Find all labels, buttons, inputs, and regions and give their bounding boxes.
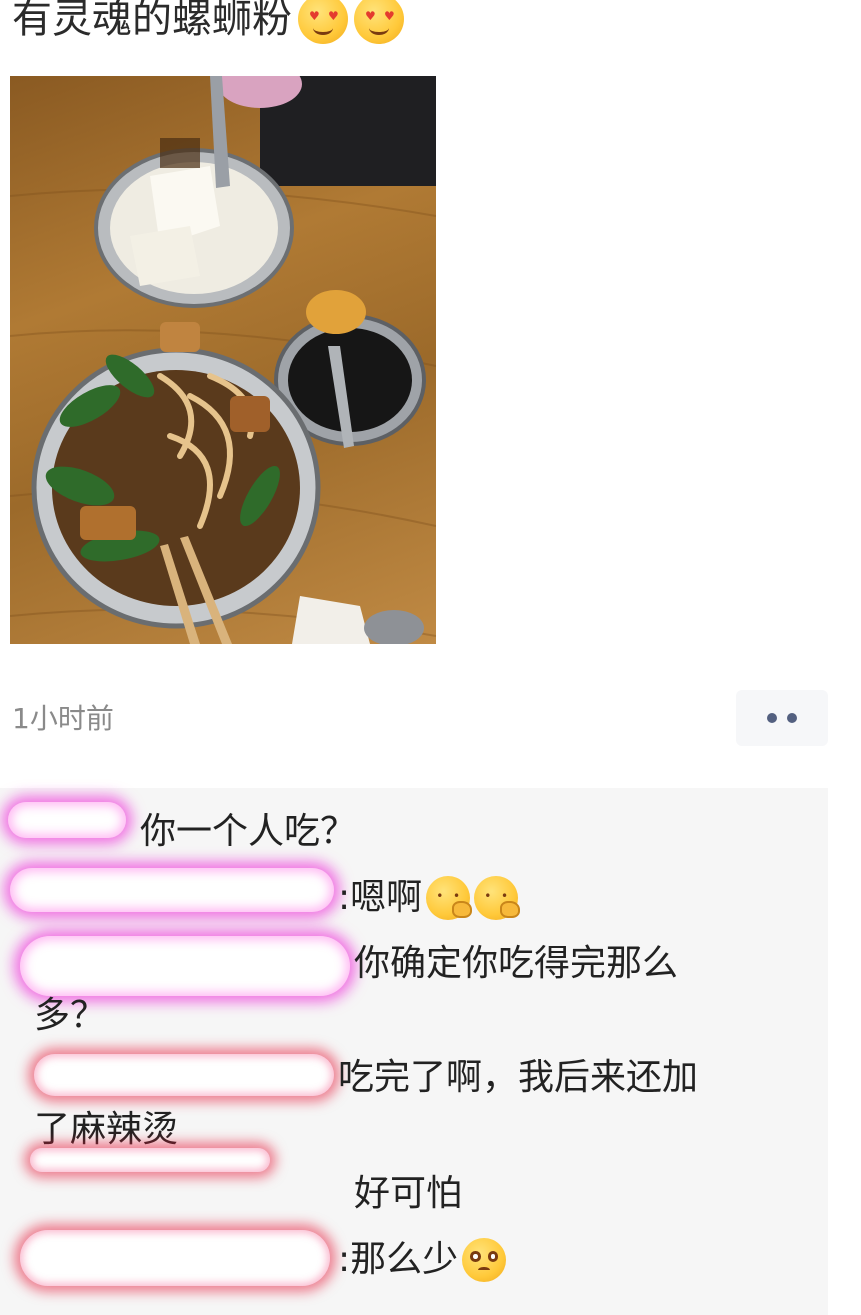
comment-text-continuation: 多？ (34, 995, 107, 1036)
moments-post: 有灵魂的螺蛳粉 ♥ ♥ ♥ ♥ 1小时前 你一个人吃？:嗯啊 • • • • … (0, 0, 861, 1315)
redacted-name (30, 1148, 270, 1172)
post-timestamp: 1小时前 (12, 702, 114, 735)
comment-text: 好可怕 (354, 1173, 463, 1214)
comment-item[interactable]: :那么少 (338, 1230, 507, 1290)
thinking-hand-emoji-icon: • • (426, 876, 472, 920)
food-photo-illustration (10, 76, 436, 644)
post-text: 有灵魂的螺蛳粉 (12, 0, 292, 42)
comment-item[interactable]: 你确定你吃得完那么 (354, 934, 678, 994)
heart-eyes-emoji-icon: ♥ ♥ (298, 0, 348, 44)
pleading-emoji-icon (462, 1238, 507, 1282)
thinking-hand-emoji-icon: • • (474, 876, 520, 920)
more-actions-button[interactable] (736, 690, 828, 746)
comment-item[interactable]: 吃完了啊，我后来还加 (338, 1048, 698, 1108)
comment-item[interactable]: 好可怕 (354, 1164, 462, 1224)
comment-item[interactable]: :嗯啊 • • • • (338, 868, 520, 928)
comment-text: 你一个人吃？ (140, 811, 357, 852)
comment-text: :嗯啊 (338, 877, 423, 918)
post-photo[interactable] (10, 76, 436, 644)
comment-item[interactable]: 你一个人吃？ (140, 802, 356, 862)
comment-section: 你一个人吃？ :嗯啊 • • • • 你确定你吃得完那么 多？ 吃完了啊，我后来还加… (0, 788, 828, 1315)
comment-text: :那么少 (338, 1239, 459, 1280)
comment-text: 吃完了啊，我后来还加 (338, 1057, 699, 1098)
comment-text: 你确定你吃得完那么 (354, 943, 679, 984)
post-caption: 有灵魂的螺蛳粉 ♥ ♥ ♥ ♥ (12, 0, 404, 46)
redacted-name (34, 1054, 334, 1096)
more-dots-icon (787, 713, 797, 723)
redacted-name (10, 868, 334, 912)
heart-eyes-emoji-icon: ♥ ♥ (354, 0, 404, 44)
redacted-name (8, 802, 126, 838)
more-dots-icon (767, 713, 777, 723)
redacted-name (20, 1230, 330, 1286)
